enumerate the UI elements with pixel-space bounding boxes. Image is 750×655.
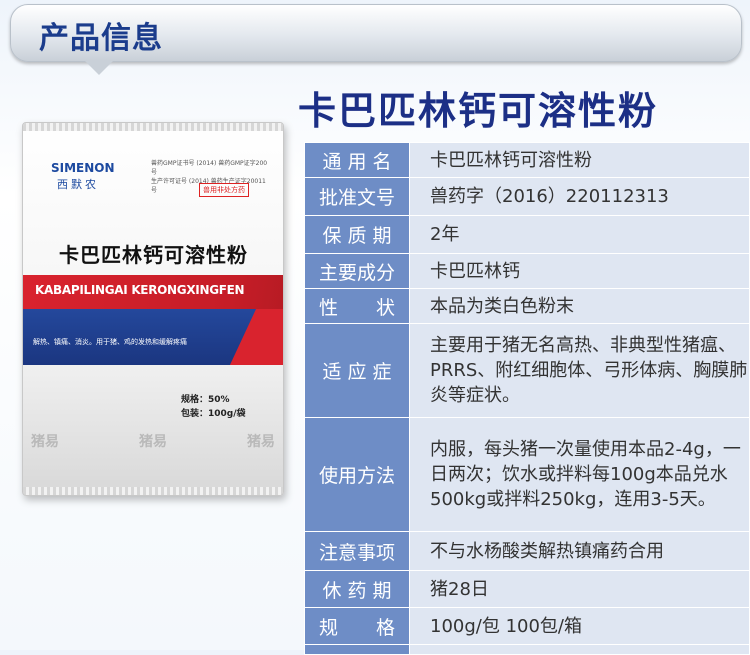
package-product-name: 卡巴匹林钙可溶性粉 xyxy=(59,243,248,267)
package-logo-row: 猪易 猪易 猪易 xyxy=(31,431,275,451)
spec-row: 规 格 100g/包 100包/箱 xyxy=(304,607,750,645)
spec-row: 使用方法 内服，每头猪一次量使用本品2-4g，一日两次；饮水或拌料每100g本品… xyxy=(304,417,750,532)
section-title: 产品信息 xyxy=(39,21,163,56)
spec-value: 卡巴匹林钙 xyxy=(409,253,750,289)
spec-value: 主要用于猪无名高热、非典型性猪瘟、PRRS、附红细胞体、弓形体病、胸膜肺炎等症状… xyxy=(409,323,750,418)
spec-row: 注意事项 不与水杨酸类解热镇痛药合用 xyxy=(304,531,750,571)
package-approval-line: 兽药GMP证书号 (2014) 兽药GMP证字200号 xyxy=(151,160,268,176)
package-spec-line: 规格：50% xyxy=(181,395,230,405)
package-logo: 猪易 xyxy=(31,434,59,450)
package-crimp-top xyxy=(23,123,283,131)
product-package-image: SIMENON 西默农 兽药GMP证书号 (2014) 兽药GMP证字200号 … xyxy=(22,122,284,496)
spec-label: 规 格 xyxy=(304,607,410,645)
package-logo: 猪易 xyxy=(139,434,167,450)
package-otc-tag: 兽用非处方药 xyxy=(199,183,249,197)
spec-value: 猪28日 xyxy=(409,570,750,608)
spec-label: 适 应 症 xyxy=(304,323,410,418)
package-indications: 解热、镇痛、消炎。用于猪、鸡的发热和缓解疼痛 xyxy=(33,338,187,346)
spec-label: 批准文号 xyxy=(304,177,410,216)
product-title: 卡巴匹林钙可溶性粉 xyxy=(298,89,659,133)
spec-value: 兽药字（2016）220112313 xyxy=(409,177,750,216)
spec-row: 通 用 名 卡巴匹林钙可溶性粉 xyxy=(304,142,750,178)
spec-row: 保 质 期 2年 xyxy=(304,215,750,254)
spec-row: 批准文号 兽药字（2016）220112313 xyxy=(304,177,750,216)
spec-row: 适 应 症 主要用于猪无名高热、非典型性猪瘟、PRRS、附红细胞体、弓形体病、胸… xyxy=(304,323,750,418)
spec-row: 性 状 本品为类白色粉末 xyxy=(304,288,750,324)
spec-label: 注意事项 xyxy=(304,531,410,571)
package-logo: 猪易 xyxy=(247,434,275,450)
package-brand-cn: 西默农 xyxy=(57,178,99,191)
spec-label: 休 药 期 xyxy=(304,570,410,608)
spec-value: 100g/包 100包/箱 xyxy=(409,607,750,645)
section-header-tab: 产品信息 xyxy=(10,4,742,75)
spec-row: 休 药 期 猪28日 xyxy=(304,570,750,608)
package-pinyin-name: KABAPILINGAI KERONGXINGFEN xyxy=(35,283,245,297)
spec-label: 使用方法 xyxy=(304,417,410,532)
spec-value: 卡巴匹林钙可溶性粉 xyxy=(409,142,750,178)
spec-value: 2年 xyxy=(409,215,750,254)
package-brand-logo: SIMENON xyxy=(51,161,115,175)
package-crimp-bottom xyxy=(23,487,283,495)
product-spec-table: 通 用 名 卡巴匹林钙可溶性粉 批准文号 兽药字（2016）220112313 … xyxy=(304,142,750,655)
spec-value: 不与水杨酸类解热镇痛药合用 xyxy=(409,531,750,571)
spec-label: 通 用 名 xyxy=(304,142,410,178)
spec-label: 保 质 期 xyxy=(304,215,410,254)
package-spec-line: 包装：100g/袋 xyxy=(181,409,246,419)
spec-value: 内服，每头猪一次量使用本品2-4g，一日两次；饮水或拌料每100g本品兑水500… xyxy=(409,417,750,532)
spec-value: 本品为类白色粉末 xyxy=(409,288,750,324)
spec-row: 主要成分 卡巴匹林钙 xyxy=(304,253,750,289)
spec-label: 主要成分 xyxy=(304,253,410,289)
spec-label: 性 状 xyxy=(304,288,410,324)
package-spec: 规格：50% 包装：100g/袋 xyxy=(181,393,246,421)
